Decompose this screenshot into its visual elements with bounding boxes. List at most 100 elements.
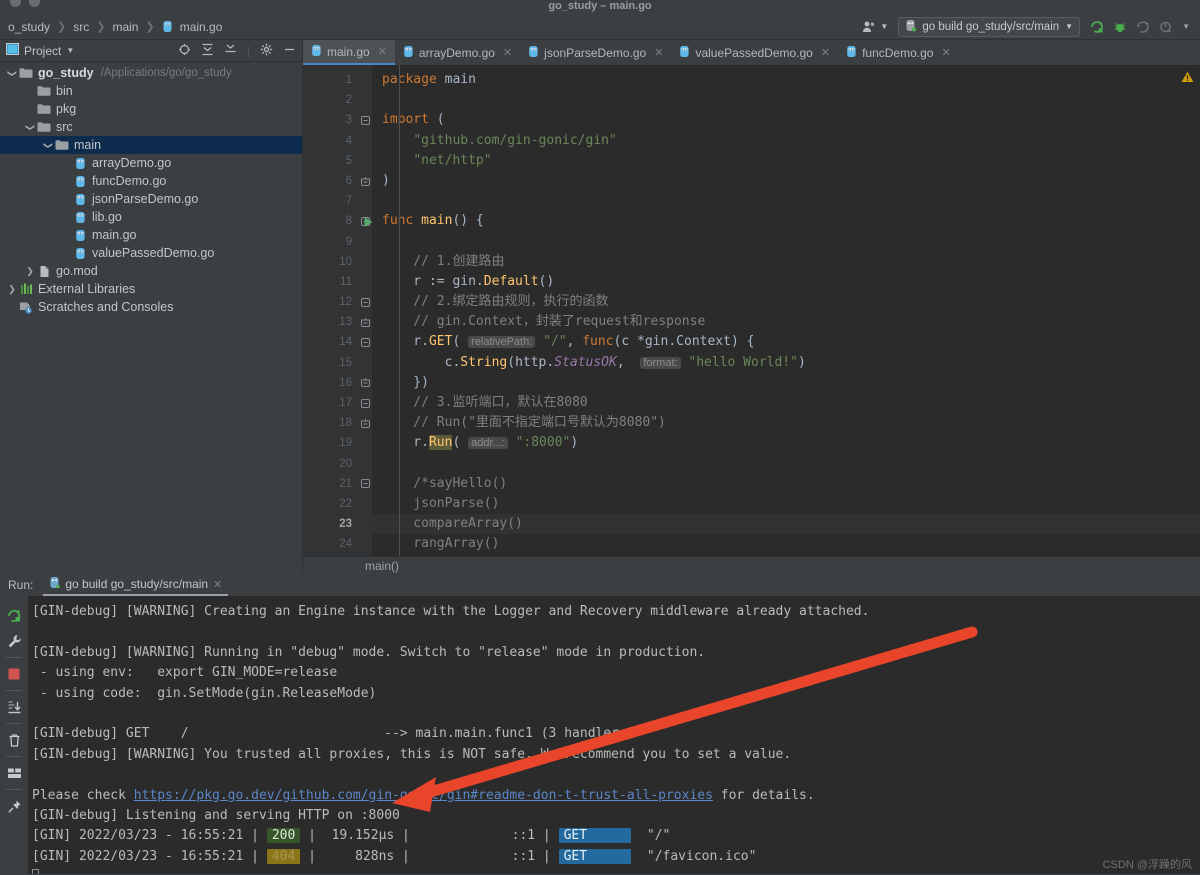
project-header-actions[interactable]: | [178, 43, 296, 59]
line-number[interactable]: 24 [303, 534, 358, 554]
editor-tab-valuePassedDemo-go[interactable]: valuePassedDemo.go ✕ [671, 40, 838, 65]
code-line[interactable]: r.Run( addr...: ":8000") [372, 433, 1200, 453]
breadcrumb-item-file[interactable]: main.go [178, 19, 225, 35]
fold-marker-21[interactable] [358, 474, 372, 494]
line-number[interactable]: 14 [303, 332, 358, 352]
chevron-down-icon[interactable]: ❯ [7, 67, 18, 79]
tree-item-lib-go[interactable]: lib.go [0, 208, 302, 226]
editor-breadcrumb-bar[interactable]: main() [303, 556, 1200, 574]
code-text[interactable]: package main import ( "github.com/gin-gon… [372, 65, 1200, 556]
code-line[interactable] [372, 191, 1200, 211]
fold-marker-13[interactable] [358, 312, 372, 332]
code-line[interactable]: c.String(http.StatusOK, format: "hello W… [372, 353, 1200, 373]
line-number[interactable]: 11 [303, 272, 358, 292]
line-number[interactable]: 9 [303, 232, 358, 252]
run-configuration-selector[interactable]: go build go_study/src/main ▼ [898, 16, 1081, 37]
close-icon[interactable]: ✕ [213, 578, 222, 591]
tree-item-main-go[interactable]: main.go [0, 226, 302, 244]
line-number[interactable]: 21 [303, 474, 358, 494]
code-line[interactable] [372, 90, 1200, 110]
code-line[interactable]: func main() { [372, 211, 1200, 231]
editor-gutter[interactable]: 1234567891011121314151617181920212223242… [303, 65, 373, 557]
code-line[interactable]: // 3.监听端口，默认在8080 [372, 393, 1200, 413]
chevron-down-icon[interactable]: ❯ [25, 121, 36, 133]
code-viewport[interactable]: 1234567891011121314151617181920212223242… [303, 65, 1200, 556]
code-line[interactable]: package main [372, 70, 1200, 90]
tree-item-bin[interactable]: bin [0, 82, 302, 100]
tree-item-funcdemo-go[interactable]: funcDemo.go [0, 172, 302, 190]
collapse-all-icon[interactable] [224, 43, 237, 59]
proxy-docs-link[interactable]: https://pkg.go.dev/github.com/gin-gonic/… [134, 788, 713, 803]
editor-tab-funcDemo-go[interactable]: funcDemo.go ✕ [838, 40, 959, 65]
window-traffic-lights[interactable] [10, 0, 40, 7]
code-line[interactable]: compareArray() [372, 514, 1200, 535]
chevron-down-icon[interactable]: ▼ [66, 46, 74, 55]
line-number[interactable]: 7 [303, 191, 358, 211]
close-icon[interactable]: ✕ [378, 45, 387, 58]
fold-marker-18[interactable] [358, 413, 372, 433]
line-number[interactable]: 16 [303, 373, 358, 393]
line-number[interactable]: 10 [303, 252, 358, 272]
close-window-button[interactable] [10, 0, 21, 7]
editor-tabs[interactable]: main.go ✕ arrayDemo.go ✕ jsonParseDemo.go ✕ va… [303, 40, 1200, 65]
breadcrumb-item-project[interactable]: o_study [6, 19, 52, 35]
code-line[interactable]: ) [372, 171, 1200, 191]
code-line[interactable] [372, 232, 1200, 252]
line-number[interactable]: 5 [303, 151, 358, 171]
fold-marker-17[interactable] [358, 393, 372, 413]
tree-item-arraydemo-go[interactable]: arrayDemo.go [0, 154, 302, 172]
chevron-right-icon[interactable]: ❯ [24, 266, 36, 277]
profile-icon[interactable] [1159, 20, 1173, 34]
tree-item-src[interactable]: ❯ src [0, 118, 302, 136]
code-line[interactable]: "github.com/gin-gonic/gin" [372, 131, 1200, 151]
line-number[interactable]: 19 [303, 433, 358, 453]
tree-item-jsonparsedemo-go[interactable]: jsonParseDemo.go [0, 190, 302, 208]
close-icon[interactable]: ✕ [503, 46, 512, 59]
code-line[interactable]: rangArray() [372, 534, 1200, 554]
code-line[interactable]: // 2.绑定路由规则，执行的函数 [372, 292, 1200, 312]
line-number[interactable]: 13 [303, 312, 358, 332]
code-line[interactable]: /*sayHello() [372, 474, 1200, 494]
settings-wrench-icon[interactable] [0, 628, 28, 654]
expand-all-icon[interactable] [201, 43, 214, 59]
scroll-to-end-icon[interactable] [0, 694, 28, 720]
editor-breadcrumb-function[interactable]: main() [365, 559, 399, 573]
close-icon[interactable]: ✕ [654, 46, 663, 59]
code-line[interactable]: r.GET( relativePath: "/", func(c *gin.Co… [372, 332, 1200, 352]
run-toolbar-actions[interactable]: ▼ [1090, 20, 1190, 34]
code-line[interactable]: // 1.创建路由 [372, 252, 1200, 272]
line-number[interactable]: 17 [303, 393, 358, 413]
breadcrumb[interactable]: o_study ❯ src ❯ main ❯ main.go [6, 19, 224, 35]
tree-item-main[interactable]: ❯ main [0, 136, 302, 154]
tree-item-pkg[interactable]: pkg [0, 100, 302, 118]
editor-tab-jsonParseDemo-go[interactable]: jsonParseDemo.go ✕ [520, 40, 671, 65]
breadcrumb-item-src[interactable]: src [71, 19, 91, 35]
code-line[interactable]: }) [372, 373, 1200, 393]
chevron-down-icon[interactable]: ▼ [1065, 22, 1073, 31]
fold-marker-import[interactable] [358, 110, 372, 130]
editor-tab-arrayDemo-go[interactable]: arrayDemo.go ✕ [395, 40, 520, 65]
line-number[interactable]: 15 [303, 353, 358, 373]
pin-icon[interactable] [0, 793, 28, 819]
fold-column[interactable] [358, 65, 372, 556]
code-line[interactable]: valuePassed() [372, 555, 1200, 557]
tree-item-external-libraries[interactable]: ❯ External Libraries [0, 280, 302, 298]
project-tree[interactable]: ❯ go_study/Applications/go/go_study bin pkg… [0, 62, 302, 316]
line-number[interactable]: 6 [303, 171, 358, 191]
run-panel-side-toolbar[interactable] [0, 596, 28, 874]
debug-icon[interactable] [1113, 20, 1127, 34]
tree-item-scratches-and-consoles[interactable]: Scratches and Consoles [0, 298, 302, 316]
chevron-right-icon[interactable]: ❯ [6, 284, 18, 295]
locate-file-icon[interactable] [178, 43, 191, 59]
close-icon[interactable]: ✕ [821, 46, 830, 59]
editor-tab-main-go[interactable]: main.go ✕ [303, 40, 395, 65]
user-avatar-icon[interactable]: ▼ [862, 20, 888, 33]
warning-marker-icon[interactable] [1181, 71, 1194, 86]
line-number[interactable]: 25 [303, 555, 358, 557]
fold-marker-14[interactable] [358, 332, 372, 352]
tree-item-valuepasseddemo-go[interactable]: valuePassedDemo.go [0, 244, 302, 262]
fold-marker-12[interactable] [358, 292, 372, 312]
line-number[interactable]: 1 [303, 70, 358, 90]
gear-icon[interactable] [260, 43, 273, 59]
console-output[interactable]: [GIN-debug] [WARNING] Creating an Engine… [28, 596, 1200, 874]
